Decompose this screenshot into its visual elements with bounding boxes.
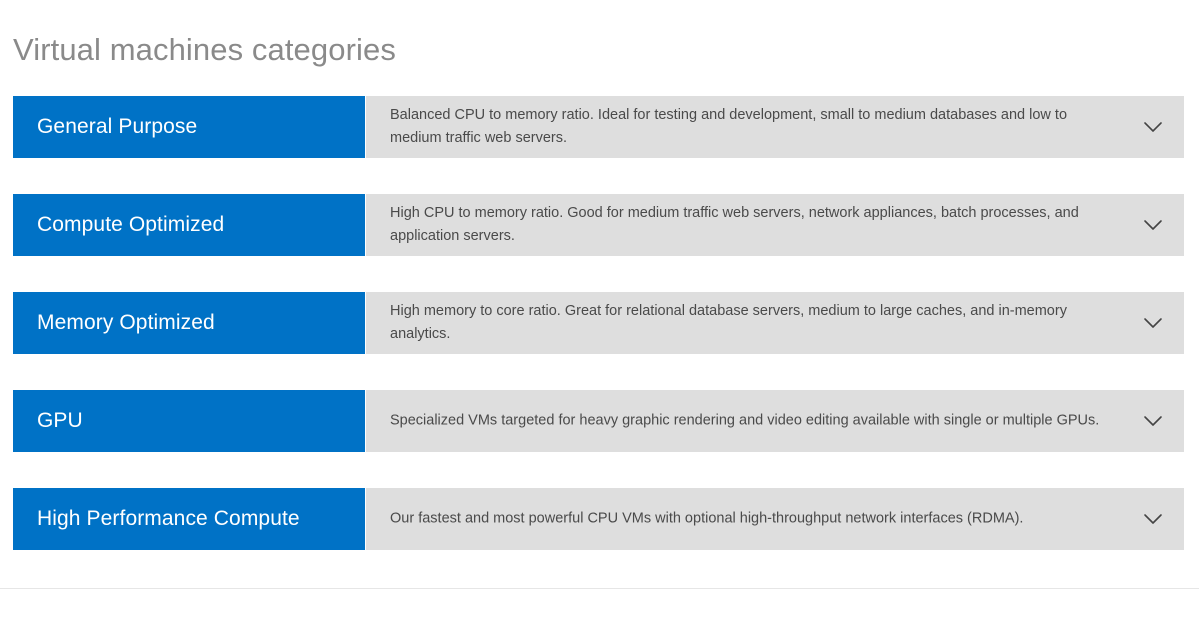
vm-categories-accordion: General Purpose Balanced CPU to memory r… (0, 96, 1199, 586)
accordion-header-high-performance-compute[interactable]: High Performance Compute (13, 488, 365, 550)
accordion-description: High memory to core ratio. Great for rel… (390, 303, 1067, 342)
chevron-down-icon[interactable] (1134, 108, 1172, 146)
accordion-description: High CPU to memory ratio. Good for mediu… (390, 205, 1079, 244)
accordion-header-label: General Purpose (37, 115, 198, 138)
accordion-description: Our fastest and most powerful CPU VMs wi… (390, 510, 1024, 527)
accordion-panel-general-purpose[interactable]: Balanced CPU to memory ratio. Ideal for … (366, 96, 1184, 158)
chevron-down-icon[interactable] (1134, 206, 1172, 244)
accordion-header-label: Compute Optimized (37, 213, 225, 236)
accordion-item: Compute Optimized High CPU to memory rat… (0, 194, 1199, 256)
accordion-item: General Purpose Balanced CPU to memory r… (0, 96, 1199, 158)
chevron-down-icon[interactable] (1134, 304, 1172, 342)
accordion-description: Balanced CPU to memory ratio. Ideal for … (390, 107, 1068, 146)
accordion-panel-high-performance-compute[interactable]: Our fastest and most powerful CPU VMs wi… (366, 488, 1184, 550)
accordion-header-label: High Performance Compute (37, 507, 300, 530)
accordion-header-label: GPU (37, 409, 83, 432)
accordion-header-memory-optimized[interactable]: Memory Optimized (13, 292, 365, 354)
accordion-panel-gpu[interactable]: Specialized VMs targeted for heavy graph… (366, 390, 1184, 452)
chevron-down-icon[interactable] (1134, 500, 1172, 538)
vm-categories-page: Virtual machines categories General Purp… (0, 0, 1199, 628)
accordion-header-general-purpose[interactable]: General Purpose (13, 96, 365, 158)
chevron-down-icon[interactable] (1134, 402, 1172, 440)
accordion-item: Memory Optimized High memory to core rat… (0, 292, 1199, 354)
page-title: Virtual machines categories (13, 32, 396, 67)
accordion-header-gpu[interactable]: GPU (13, 390, 365, 452)
accordion-item: High Performance Compute Our fastest and… (0, 488, 1199, 550)
accordion-item: GPU Specialized VMs targeted for heavy g… (0, 390, 1199, 452)
section-divider (0, 588, 1199, 589)
accordion-header-label: Memory Optimized (37, 311, 215, 334)
accordion-panel-compute-optimized[interactable]: High CPU to memory ratio. Good for mediu… (366, 194, 1184, 256)
accordion-description: Specialized VMs targeted for heavy graph… (390, 412, 1100, 429)
accordion-panel-memory-optimized[interactable]: High memory to core ratio. Great for rel… (366, 292, 1184, 354)
accordion-header-compute-optimized[interactable]: Compute Optimized (13, 194, 365, 256)
